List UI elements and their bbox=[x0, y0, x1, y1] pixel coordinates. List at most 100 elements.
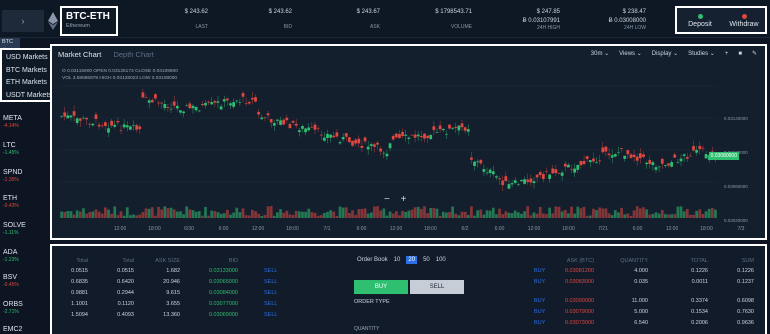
candle bbox=[689, 155, 692, 157]
candle bbox=[560, 172, 564, 176]
candle bbox=[91, 123, 95, 126]
deposit-button[interactable]: Deposit bbox=[679, 10, 721, 32]
volume-bar bbox=[78, 211, 82, 218]
candle bbox=[285, 117, 289, 121]
coin-item-eth[interactable]: ETH -0.43% bbox=[3, 195, 29, 209]
volume-bar bbox=[263, 215, 267, 218]
candle bbox=[247, 101, 251, 104]
candle bbox=[620, 147, 623, 149]
candle bbox=[463, 127, 467, 131]
bid-total: 0.6835 bbox=[71, 279, 88, 285]
zoom-out-button[interactable]: − bbox=[384, 194, 390, 205]
candle bbox=[567, 164, 570, 168]
volume-bar bbox=[682, 211, 686, 218]
bid-size: 3.655 bbox=[166, 301, 180, 307]
withdraw-button[interactable]: Withdraw bbox=[723, 10, 765, 32]
candle bbox=[419, 136, 423, 138]
candle bbox=[97, 124, 101, 127]
pair-title-box[interactable]: BTC-ETH Ethereum bbox=[60, 6, 118, 36]
candlestick-chart[interactable]: 12:00 18:00 6/30 6:00 12:00 18:00 7/1 6:00 12:00… bbox=[52, 46, 765, 238]
candle bbox=[676, 162, 680, 163]
candle bbox=[351, 140, 354, 146]
coin-item-emc2[interactable]: EMC2 bbox=[3, 326, 29, 333]
candle bbox=[507, 184, 511, 189]
decimals-10[interactable]: 10 bbox=[394, 257, 401, 263]
volume-bar bbox=[266, 206, 270, 218]
coin-item-ada[interactable]: ADA -1.23% bbox=[3, 249, 29, 263]
candle bbox=[504, 176, 508, 182]
candle bbox=[304, 128, 307, 133]
candle bbox=[632, 154, 636, 158]
candle bbox=[516, 184, 520, 185]
candle bbox=[510, 183, 514, 185]
deposit-withdraw-box: Deposit Withdraw bbox=[675, 6, 767, 34]
volume-bar bbox=[119, 211, 123, 218]
bid-total-2: 0.1120 bbox=[117, 301, 134, 307]
coin-item-bsv[interactable]: BSV -0.45% bbox=[3, 274, 29, 288]
volume-bar bbox=[607, 213, 611, 218]
volume-bar bbox=[401, 210, 404, 218]
candle bbox=[147, 100, 151, 103]
time-axis-label: 7/21 bbox=[598, 226, 608, 232]
buy-button[interactable]: BUY bbox=[354, 280, 408, 294]
coin-item-meta[interactable]: META -4.14% bbox=[3, 115, 29, 129]
candle bbox=[154, 94, 157, 99]
candle bbox=[426, 135, 429, 139]
candle bbox=[476, 161, 480, 163]
candle bbox=[316, 128, 320, 130]
candle bbox=[457, 125, 461, 131]
volume-bar bbox=[535, 213, 539, 218]
volume-bar bbox=[269, 206, 273, 218]
candle bbox=[563, 163, 567, 167]
candle bbox=[451, 127, 454, 129]
candle bbox=[479, 159, 483, 164]
candle bbox=[188, 103, 192, 109]
time-axis-label: 12:00 bbox=[252, 226, 265, 232]
coin-item-ltc[interactable]: LTC -1.45% bbox=[3, 142, 29, 156]
coin-item-orbs[interactable]: ORBS -2.71% bbox=[3, 301, 29, 315]
chevron-right-icon: › bbox=[21, 16, 25, 26]
candle bbox=[276, 119, 279, 121]
candle bbox=[104, 122, 107, 126]
candle bbox=[191, 105, 195, 109]
volume-bar bbox=[132, 214, 135, 218]
candle bbox=[695, 150, 699, 153]
ask-sum: 0.7630 bbox=[737, 309, 754, 315]
volume-bar bbox=[66, 211, 70, 218]
zoom-in-button[interactable]: + bbox=[401, 194, 407, 205]
volume-bar bbox=[191, 210, 195, 218]
candle bbox=[379, 148, 383, 152]
candle bbox=[141, 92, 145, 98]
candle bbox=[610, 155, 614, 158]
volume-bar bbox=[354, 215, 358, 218]
candle bbox=[623, 155, 627, 159]
volume-bar bbox=[157, 206, 160, 218]
candle bbox=[570, 169, 573, 171]
candle bbox=[163, 104, 167, 109]
candle bbox=[272, 123, 276, 126]
volume-bar bbox=[244, 215, 248, 218]
collapse-sidebar-button[interactable]: › bbox=[2, 10, 44, 32]
coin-item-solve[interactable]: SOLVE -1.11% bbox=[3, 222, 29, 236]
candle bbox=[116, 120, 120, 123]
candle bbox=[235, 100, 239, 102]
candle bbox=[78, 118, 82, 121]
sell-link: SELL bbox=[264, 279, 278, 285]
volume-bar bbox=[219, 213, 223, 218]
market-select[interactable]: BTC ⌄ bbox=[0, 38, 20, 51]
decimals-100[interactable]: 100 bbox=[436, 257, 446, 263]
column-header: ASK SIZE bbox=[155, 258, 180, 264]
volume-bar bbox=[85, 213, 88, 218]
candle bbox=[135, 125, 139, 130]
candle bbox=[66, 115, 70, 119]
decimals-50[interactable]: 50 bbox=[423, 257, 430, 263]
coin-item-spnd[interactable]: SPND -1.35% bbox=[3, 169, 29, 183]
candle bbox=[373, 144, 376, 147]
bid-total: 0.0515 bbox=[71, 268, 88, 274]
candle bbox=[157, 102, 160, 104]
sell-button[interactable]: SELL bbox=[410, 280, 464, 294]
buy-link: BUY bbox=[534, 268, 546, 274]
decimals-20[interactable]: 20 bbox=[406, 256, 418, 264]
current-price-tag: 0.03080000 bbox=[708, 152, 739, 160]
price-axis-label: 0.03140000 bbox=[724, 116, 748, 121]
